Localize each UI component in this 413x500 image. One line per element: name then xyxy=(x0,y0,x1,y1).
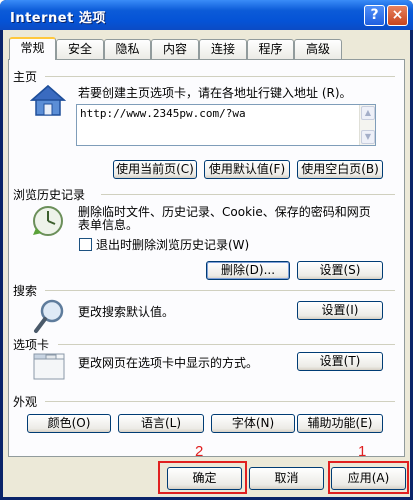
tab-general[interactable]: 常规 xyxy=(9,37,56,60)
history-clock-icon xyxy=(33,206,63,236)
scroll-down-icon[interactable]: ▼ xyxy=(361,130,375,144)
scroll-up-icon[interactable]: ▲ xyxy=(361,106,375,120)
tab-security[interactable]: 安全 xyxy=(56,39,104,59)
search-settings-button[interactable]: 设置(I) xyxy=(297,301,383,320)
annotation-marker-2: 2 xyxy=(195,443,204,460)
use-current-button[interactable]: 使用当前页(C) xyxy=(113,160,197,179)
search-description: 更改搜索默认值。 xyxy=(78,305,175,319)
tab-connections[interactable]: 连接 xyxy=(199,39,247,59)
history-description-line2: 表单信息。 xyxy=(78,218,139,232)
search-divider xyxy=(45,290,395,291)
close-button[interactable]: × xyxy=(387,5,408,26)
annotation-marker-1: 1 xyxy=(358,443,367,460)
delete-on-exit-checkbox[interactable] xyxy=(79,238,92,251)
homepage-divider xyxy=(45,76,395,77)
search-magnifier-icon xyxy=(34,299,64,333)
tabbed-window-icon xyxy=(33,353,65,380)
tabs-settings-button[interactable]: 设置(T) xyxy=(297,352,383,371)
url-scrollbar[interactable]: ▲ ▼ xyxy=(359,105,375,145)
home-icon xyxy=(30,85,66,116)
tabs-divider xyxy=(58,344,395,345)
history-divider xyxy=(101,194,395,195)
cancel-button[interactable]: 取消 xyxy=(249,467,324,490)
appearance-divider xyxy=(45,401,395,402)
delete-on-exit-label[interactable]: 退出时删除浏览历史记录(W) xyxy=(96,238,249,252)
window-title: Internet 选项 xyxy=(10,11,106,26)
search-group-label: 搜索 xyxy=(13,284,38,298)
use-default-button[interactable]: 使用默认值(F) xyxy=(204,160,290,179)
languages-button[interactable]: 语言(L) xyxy=(118,414,204,433)
tab-advanced[interactable]: 高级 xyxy=(294,39,342,59)
title-bar[interactable]: Internet 选项 ? × xyxy=(0,0,413,30)
help-button[interactable]: ? xyxy=(364,5,385,26)
history-settings-button[interactable]: 设置(S) xyxy=(297,261,383,280)
tab-privacy[interactable]: 隐私 xyxy=(104,39,151,59)
appearance-group-label: 外观 xyxy=(13,395,38,409)
delete-history-button[interactable]: 删除(D)... xyxy=(206,261,290,280)
history-description-line1: 删除临时文件、历史记录、Cookie、保存的密码和网页 xyxy=(78,205,371,219)
homepage-group-label: 主页 xyxy=(13,70,38,84)
tab-programs[interactable]: 程序 xyxy=(247,39,294,59)
internet-options-dialog: Internet 选项 ? × 常规 安全 隐私 内容 连接 程序 高级 主页 … xyxy=(0,0,413,500)
homepage-description: 若要创建主页选项卡，请在各地址行键入地址 (R)。 xyxy=(78,86,352,100)
annotation-box-ok xyxy=(158,461,247,494)
history-group-label: 浏览历史记录 xyxy=(13,188,86,202)
accessibility-button[interactable]: 辅助功能(E) xyxy=(297,414,383,433)
homepage-url-text: http://www.2345pw.com/?wa xyxy=(80,107,246,120)
annotation-box-apply xyxy=(328,461,409,494)
use-blank-button[interactable]: 使用空白页(B) xyxy=(297,160,383,179)
fonts-button[interactable]: 字体(N) xyxy=(211,414,295,433)
tab-content[interactable]: 内容 xyxy=(151,39,199,59)
homepage-url-field[interactable]: http://www.2345pw.com/?wa ▲ ▼ xyxy=(76,104,376,146)
tabs-description: 更改网页在选项卡中显示的方式。 xyxy=(78,356,259,370)
colors-button[interactable]: 颜色(O) xyxy=(27,414,111,433)
